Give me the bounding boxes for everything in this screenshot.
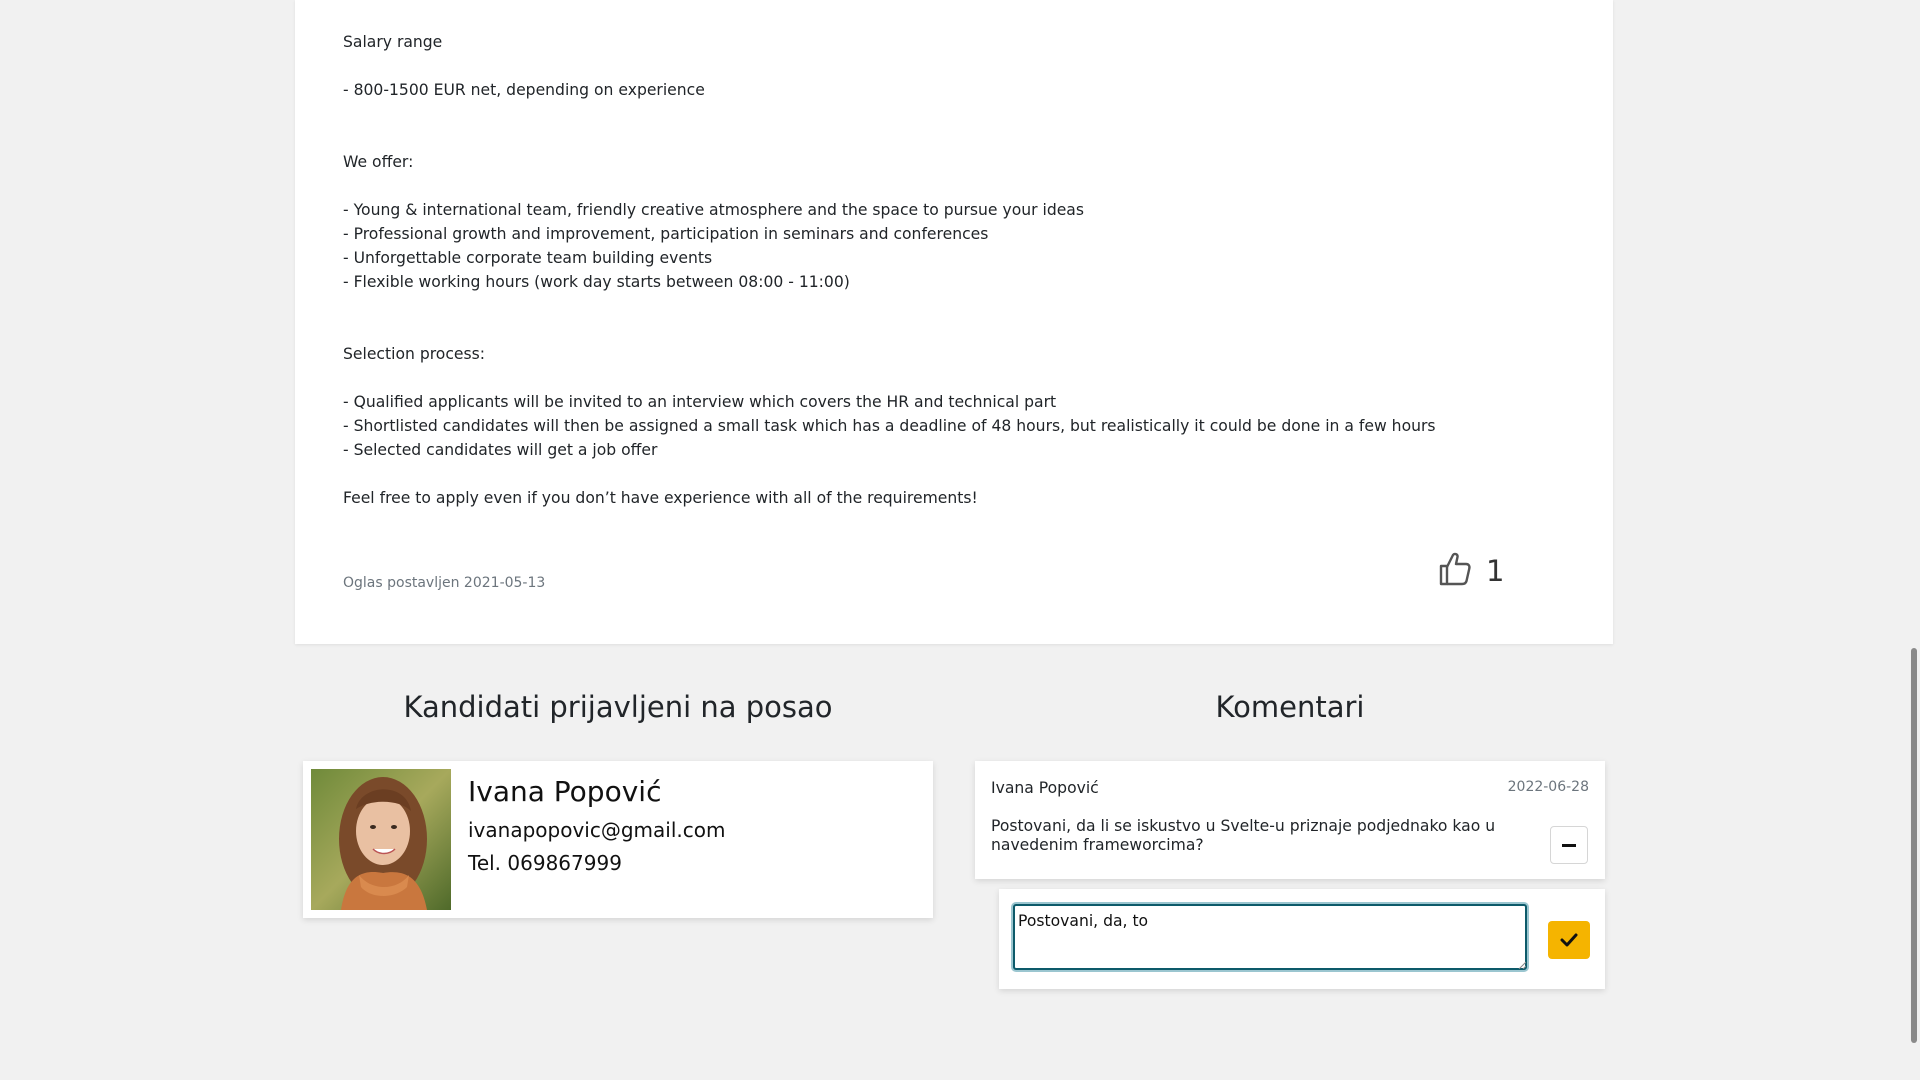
salary-heading: Salary range (343, 33, 443, 51)
closing-text: Feel free to apply even if you don’t hav… (343, 489, 978, 507)
resize-handle-icon[interactable] (1518, 961, 1526, 969)
job-description: Salary range - 800-1500 EUR net, dependi… (343, 30, 1543, 510)
collapse-reply-button[interactable] (1550, 826, 1588, 864)
offer-item: - Professional growth and improvement, p… (343, 225, 989, 243)
reply-form (999, 889, 1605, 989)
minus-icon (1562, 843, 1576, 847)
comment-text: Postovani, da li se iskustvo u Svelte-u … (991, 817, 1496, 854)
thumbs-up-icon[interactable] (1438, 551, 1472, 591)
candidate-photo (311, 769, 451, 910)
comment-card: Ivana Popović 2022-06-28 Postovani, da l… (975, 761, 1605, 879)
offer-item: - Young & international team, friendly c… (343, 201, 1084, 219)
salary-line: - 800-1500 EUR net, depending on experie… (343, 81, 705, 99)
candidate-phone: Tel. 069867999 (468, 851, 622, 875)
page-scrollbar[interactable] (1907, 0, 1920, 1080)
offer-heading: We offer: (343, 153, 414, 171)
job-details-card: Salary range - 800-1500 EUR net, dependi… (295, 0, 1613, 644)
comment-author: Ivana Popović (991, 779, 1099, 797)
selection-item: - Qualified applicants will be invited t… (343, 393, 1057, 411)
comments-title: Komentari (1215, 690, 1365, 724)
submit-reply-button[interactable] (1548, 921, 1590, 959)
reply-input[interactable] (1013, 904, 1527, 970)
selection-heading: Selection process: (343, 345, 485, 363)
selection-item: - Shortlisted candidates will then be as… (343, 417, 1436, 435)
scrollbar-thumb[interactable] (1911, 648, 1917, 1043)
comment-date: 2022-06-28 (1507, 779, 1589, 795)
candidate-email: ivanapopovic@gmail.com (468, 818, 726, 842)
candidates-title: Kandidati prijavljeni na posao (403, 690, 833, 724)
candidate-name: Ivana Popović (468, 775, 662, 808)
candidate-card[interactable]: Ivana Popović ivanapopovic@gmail.com Tel… (303, 761, 933, 918)
offer-item: - Unforgettable corporate team building … (343, 249, 713, 267)
check-icon (1560, 933, 1578, 947)
like-button[interactable]: 1 (1438, 551, 1504, 591)
posted-date: Oglas postavljen 2021-05-13 (343, 575, 546, 591)
like-count: 1 (1486, 554, 1505, 588)
selection-item: - Selected candidates will get a job off… (343, 441, 658, 459)
offer-item: - Flexible working hours (work day start… (343, 273, 850, 291)
